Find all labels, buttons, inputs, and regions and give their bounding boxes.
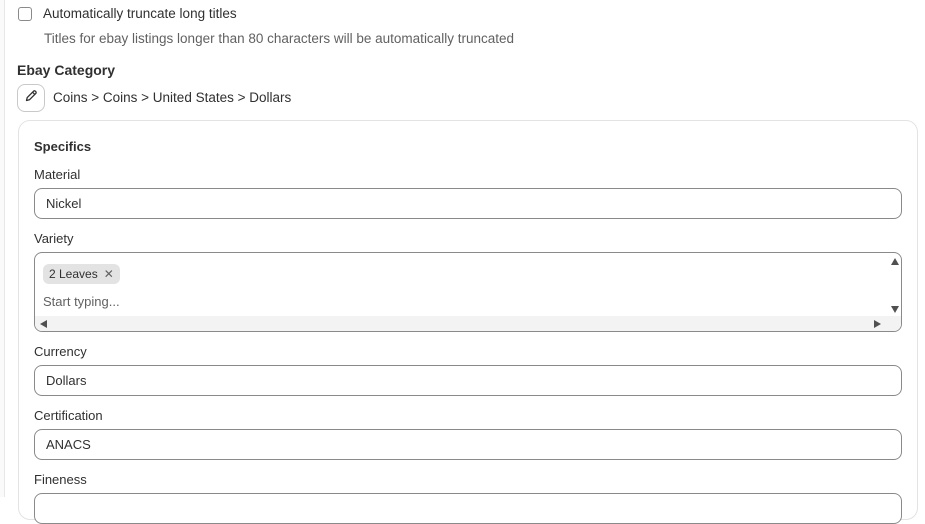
variety-input[interactable]: Start typing... [43,294,120,309]
currency-field[interactable]: Dollars [34,365,902,396]
scroll-down-icon[interactable] [891,306,899,313]
horizontal-scrollbar[interactable] [35,316,901,331]
fineness-label: Fineness [34,472,87,487]
truncate-row: Automatically truncate long titles [18,6,237,21]
variety-label: Variety [34,231,74,246]
ebay-category-title: Ebay Category [17,62,116,78]
certification-field[interactable]: ANACS [34,429,902,460]
category-path: Coins > Coins > United States > Dollars [53,90,292,105]
specifics-title: Specifics [34,139,92,154]
material-label: Material [34,167,81,182]
truncate-label[interactable]: Automatically truncate long titles [43,6,237,21]
material-field[interactable]: Nickel [34,188,902,219]
close-icon[interactable]: ✕ [104,267,114,281]
certification-label: Certification [34,408,103,423]
variety-tag-label: 2 Leaves [49,267,98,281]
variety-multiselect[interactable]: 2 Leaves ✕ Start typing... [34,252,902,332]
left-panel-edge [0,0,5,497]
variety-tag: 2 Leaves ✕ [43,264,120,284]
scroll-right-icon[interactable] [874,320,881,328]
pencil-icon [24,89,38,108]
scroll-left-icon[interactable] [40,320,47,328]
certification-value: ANACS [46,437,91,452]
currency-label: Currency [34,344,87,359]
truncate-help-text: Titles for ebay listings longer than 80 … [44,31,514,46]
material-value: Nickel [46,196,82,211]
currency-value: Dollars [46,373,87,388]
edit-category-button[interactable] [17,84,45,112]
scroll-up-icon[interactable] [891,258,899,265]
fineness-field[interactable] [34,493,902,524]
truncate-checkbox[interactable] [18,6,32,21]
